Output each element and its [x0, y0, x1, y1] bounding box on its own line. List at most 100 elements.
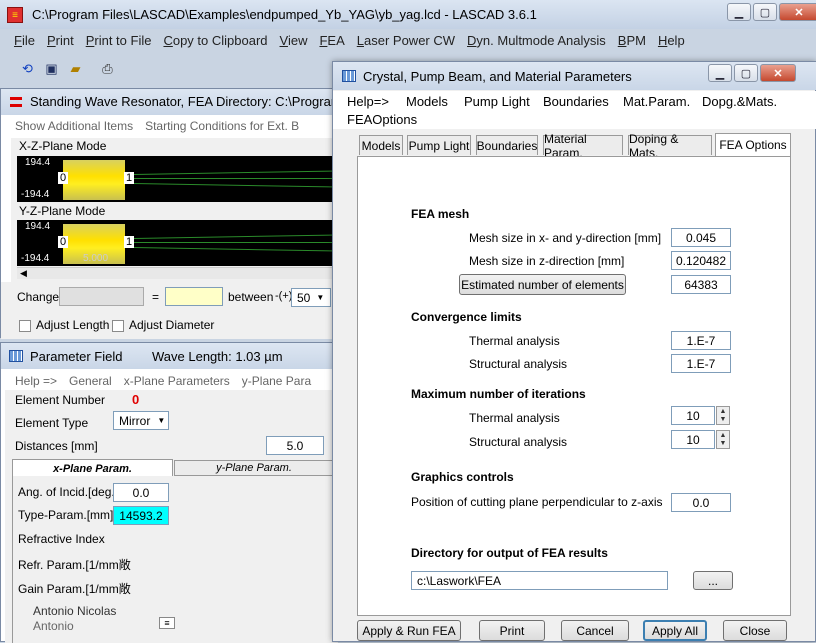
thermal-iter-stepper[interactable]: ▲ ▼ [716, 406, 730, 425]
menu-mat-param[interactable]: Mat.Param. [623, 94, 690, 109]
structural-field[interactable]: 1.E-7 [671, 354, 731, 373]
directory-field[interactable]: c:\Laswork\FEA [411, 571, 668, 590]
menu-boundaries[interactable]: Boundaries [543, 94, 609, 109]
main-toolbar: ⟲ ▣ ▰ ⎙ [14, 58, 121, 80]
cancel-button[interactable]: Cancel [561, 620, 629, 641]
minimize-button[interactable]: ▁ [727, 3, 751, 21]
cutting-plane-field[interactable]: 0.0 [671, 493, 731, 512]
menu-bpm[interactable]: BPM [618, 33, 646, 48]
tab-y-plane-param[interactable]: y-Plane Param. [174, 460, 334, 476]
menu-dopg-mats[interactable]: Dopg.&Mats. [702, 94, 777, 109]
cutting-plane-value: 0.0 [692, 495, 710, 510]
print-button[interactable]: Print [479, 620, 545, 641]
spin-down-icon[interactable]: ▼ [720, 440, 727, 447]
tab-doping-mats[interactable]: Doping & Mats. [628, 132, 712, 160]
menu-help[interactable]: Help=> [347, 94, 389, 109]
close-dialog-button[interactable]: Close [723, 620, 787, 641]
fea-options-panel: FEA mesh Mesh size in x- and y-direction… [357, 156, 791, 616]
list-icon: ≡ [159, 617, 175, 629]
apply-all-button[interactable]: Apply All [643, 620, 707, 641]
structural-iter-stepper[interactable]: ▲ ▼ [716, 430, 730, 449]
maximize-button[interactable]: ▢ [753, 3, 777, 21]
resonator-title-bar: Standing Wave Resonator, FEA Directory: … [1, 89, 342, 115]
menu-starting-conditions[interactable]: Starting Conditions for Ext. B [145, 119, 299, 133]
menu-view[interactable]: View [280, 33, 308, 48]
tab-material-param[interactable]: Material Param. [543, 132, 623, 160]
element-type-select[interactable]: Mirror ▼ [113, 411, 169, 430]
tab-x-plane-param[interactable]: x-Plane Param. [12, 459, 173, 477]
mesh-z-field[interactable]: 0.120482 [671, 251, 731, 270]
checkbox-box [112, 319, 124, 332]
printer-icon[interactable]: ⎙ [98, 60, 117, 79]
minimize-button[interactable]: ▁ [708, 64, 732, 82]
menu-help[interactable]: Help => [15, 374, 57, 388]
menu-print-to-file[interactable]: Print to File [86, 33, 152, 48]
tab-models[interactable]: Models [359, 135, 403, 155]
thermal-field[interactable]: 1.E-7 [671, 331, 731, 350]
mesh-z-label: Mesh size in z-direction [mm] [469, 254, 625, 268]
spin-down-icon[interactable]: ▼ [720, 416, 727, 423]
maximize-button[interactable]: ▢ [734, 64, 758, 82]
tab-boundaries-label: Boundaries [476, 138, 538, 153]
refresh-icon[interactable]: ⟲ [18, 60, 37, 79]
mesh-xy-field[interactable]: 0.045 [671, 228, 731, 247]
menu-fea[interactable]: FEA [319, 33, 344, 48]
menu-laser-power[interactable]: Laser Power CW [357, 33, 455, 48]
yz-hidden-value: 5.000 [83, 253, 109, 264]
spin-up-icon[interactable]: ▲ [720, 432, 727, 439]
menu-fea-options[interactable]: FEAOptions [347, 112, 417, 127]
menu-models[interactable]: Models [406, 94, 448, 109]
spin-up-icon[interactable]: ▲ [720, 408, 727, 415]
main-title-bar: ≡ C:\Program Files\LASCAD\Examples\endpu… [0, 0, 816, 29]
between-select[interactable]: 50 ▼ [291, 288, 331, 307]
change-value-field[interactable] [165, 287, 223, 306]
apply-run-label: Apply & Run FEA [362, 623, 456, 638]
cancel-label: Cancel [576, 623, 614, 638]
structural-iter-field[interactable]: 10 [671, 430, 715, 449]
adjust-diameter-checkbox[interactable]: Adjust Diameter [112, 318, 214, 332]
menu-dyn-multmode[interactable]: Dyn. Multmode Analysis [467, 33, 606, 48]
parameter-menu: Help => General x-Plane Parameters y-Pla… [5, 374, 321, 388]
horizontal-scrollbar[interactable]: ◀ [17, 267, 338, 279]
distances-field[interactable]: 5.0 [266, 436, 324, 455]
menu-show-additional-items[interactable]: Show Additional Items [15, 119, 133, 133]
graphics-heading: Graphics controls [411, 470, 514, 484]
change-field[interactable] [59, 287, 144, 306]
menu-general[interactable]: General [69, 374, 112, 388]
adjust-length-checkbox[interactable]: Adjust Length [19, 318, 109, 332]
close-label: Close [739, 623, 771, 638]
thermal-iter-field[interactable]: 10 [671, 406, 715, 425]
thermal-label: Thermal analysis [469, 334, 560, 348]
scroll-left-arrow-icon[interactable]: ◀ [20, 268, 27, 279]
between-label: between [228, 290, 274, 304]
main-menu-bar: File Print Print to File Copy to Clipboa… [4, 30, 695, 50]
x-plane-panel: Ang. of Incid.[deg.] 0.0 Type-Param.[mm]… [12, 476, 337, 643]
browse-button[interactable]: ... [693, 571, 733, 590]
open-folder-icon[interactable]: ▰ [66, 60, 85, 79]
estimate-elements-button[interactable]: Estimated number of elements [459, 274, 626, 295]
menu-y-plane-parameters[interactable]: y-Plane Para [242, 374, 311, 388]
menu-copy-to-clipboard[interactable]: Copy to Clipboard [163, 33, 267, 48]
structural-iter-value: 10 [686, 432, 700, 447]
apply-run-fea-button[interactable]: Apply & Run FEA [357, 620, 461, 641]
xz-axis-top: 194.4 [25, 157, 51, 168]
close-button[interactable]: ✕ [779, 3, 816, 21]
tab-pump-light[interactable]: Pump Light [407, 135, 471, 155]
ang-of-incid-field[interactable]: 0.0 [113, 483, 169, 502]
close-button[interactable]: ✕ [760, 64, 796, 82]
menu-x-plane-parameters[interactable]: x-Plane Parameters [124, 374, 230, 388]
menu-print[interactable]: Print [47, 33, 74, 48]
yz-element-left: 0 [58, 236, 69, 248]
resonator-menu: Show Additional Items Starting Condition… [5, 119, 309, 133]
type-param-field[interactable]: 14593.2 [113, 506, 169, 525]
dialog-menu-bar: Help=> Models Pump Light Boundaries Mat.… [333, 91, 816, 129]
menu-pump-light[interactable]: Pump Light [464, 94, 530, 109]
menu-help[interactable]: Help [658, 33, 685, 48]
convergence-heading: Convergence limits [411, 310, 522, 324]
menu-file[interactable]: File [14, 33, 35, 48]
tab-fea-options[interactable]: FEA Options [715, 133, 791, 156]
type-param-label: Type-Param.[mm] [18, 508, 114, 522]
tab-boundaries[interactable]: Boundaries [476, 135, 538, 155]
xz-gain-element[interactable] [63, 160, 125, 200]
save-icon[interactable]: ▣ [42, 60, 61, 79]
